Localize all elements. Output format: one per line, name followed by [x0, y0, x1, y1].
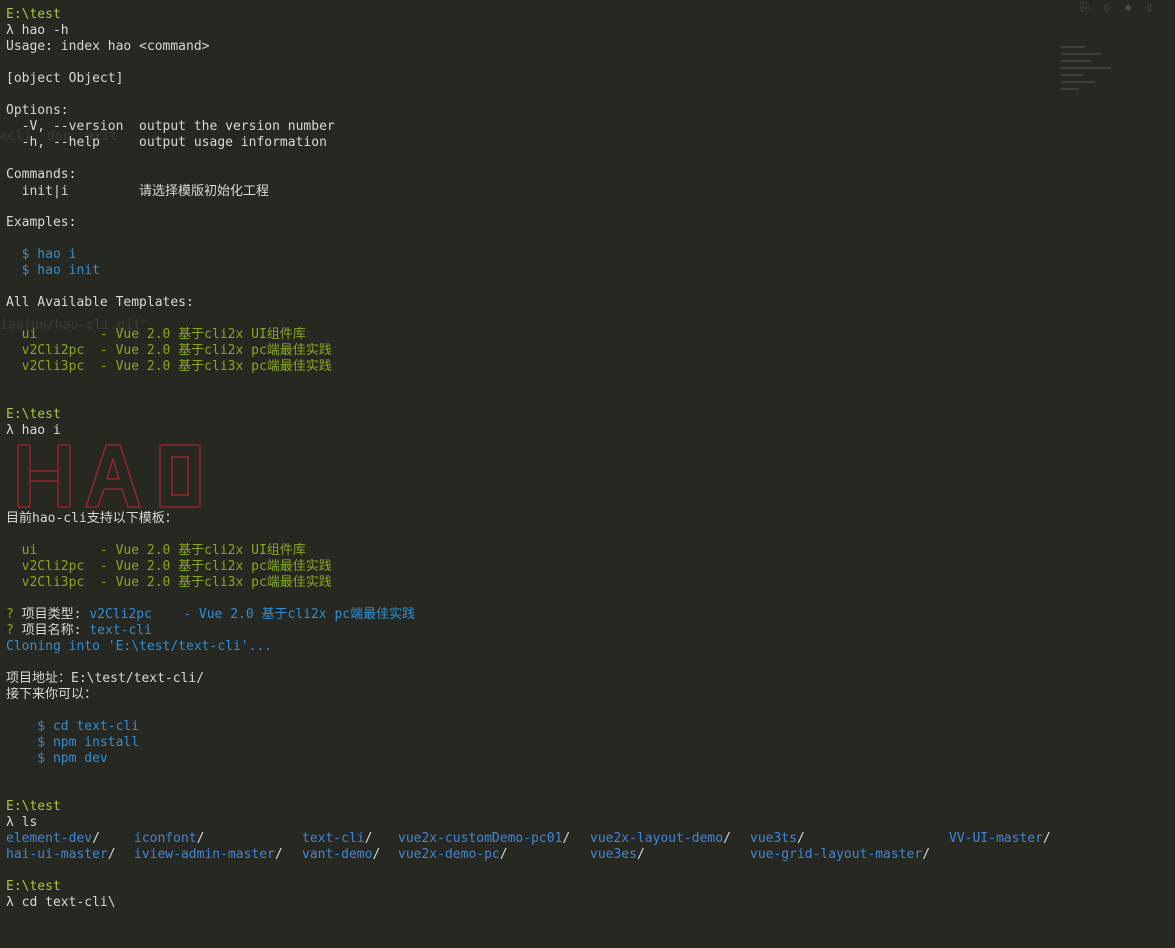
template-line: v2Cli2pc - Vue 2.0 基于cli2x pc端最佳实践: [6, 343, 332, 358]
command-prompt: λ ls: [6, 815, 38, 830]
directory-name: vue2x-layout-demo: [590, 831, 724, 846]
template-line: ui - Vue 2.0 基于cli2x UI组件库: [6, 543, 306, 558]
directory-entry: vue3es/: [590, 847, 645, 863]
directory-entry: element-dev/: [6, 831, 100, 847]
terminal-output[interactable]: E:\test λ hao -h Usage: index hao <comma…: [6, 7, 1175, 911]
step-line: $ npm install: [6, 735, 140, 750]
path-separator: /: [372, 847, 381, 862]
directory-name: vue3ts: [750, 831, 797, 846]
hao-ascii-banner: HAO: [14, 443, 1175, 509]
usage-line: Usage: index hao <command>: [6, 39, 210, 54]
directory-name: hai-ui-master: [6, 847, 108, 862]
cloning-line: Cloning into 'E:\test/text-cli'...: [6, 639, 273, 654]
template-line: v2Cli2pc - Vue 2.0 基于cli2x pc端最佳实践: [6, 559, 332, 574]
directory-name: vant-demo: [302, 847, 373, 862]
path-separator: /: [1042, 831, 1051, 846]
directory-entry: vant-demo/: [302, 847, 380, 863]
example-line: $ hao init: [6, 263, 100, 278]
commands-header: Commands:: [6, 167, 77, 182]
path-separator: /: [364, 831, 373, 846]
directory-name: element-dev: [6, 831, 93, 846]
path-separator: /: [562, 831, 571, 846]
examples-header: Examples:: [6, 215, 77, 230]
path-separator: /: [196, 831, 205, 846]
ls-row: hai-ui-master/iview-admin-master/vant-de…: [6, 847, 1175, 863]
option-help: -h, --help output usage information: [6, 135, 327, 150]
command-init: init|i 请选择模版初始化工程: [6, 184, 270, 199]
next-steps-line: 接下来你可以：: [6, 687, 98, 702]
template-line: ui - Vue 2.0 基于cli2x UI组件库: [6, 327, 306, 342]
project-type-answer: ? 项目类型: v2Cli2pc - Vue 2.0 基于cli2x pc端最佳…: [6, 607, 1175, 623]
question-mark: ?: [6, 607, 14, 622]
template-line: v2Cli3pc - Vue 2.0 基于cli3x pc端最佳实践: [6, 575, 332, 590]
path-separator: /: [107, 847, 116, 862]
directory-entry: iview-admin-master/: [134, 847, 283, 863]
project-type-label: 项目类型:: [13, 607, 90, 622]
cwd-path: E:\test: [6, 799, 61, 814]
directory-entry: hai-ui-master/: [6, 847, 116, 863]
path-separator: /: [723, 831, 731, 846]
directory-name: VV-UI-master: [949, 831, 1043, 846]
path-separator: /: [922, 847, 931, 862]
path-separator: /: [274, 847, 283, 862]
support-line: 目前hao-cli支持以下模板：: [6, 511, 178, 526]
directory-entry: text-cli/: [302, 831, 372, 847]
path-separator: /: [796, 831, 805, 846]
command-prompt: λ hao i: [6, 423, 61, 438]
directory-name: iview-admin-master: [134, 847, 275, 862]
cwd-path: E:\test: [6, 879, 61, 894]
command-prompt: λ hao -h: [6, 23, 69, 38]
path-separator: /: [499, 847, 508, 862]
template-line: v2Cli3pc - Vue 2.0 基于cli3x pc端最佳实践: [6, 359, 332, 374]
ls-row: element-dev/iconfont/text-cli/vue2x-cust…: [6, 831, 1175, 847]
option-version: -V, --version output the version number: [6, 119, 335, 134]
directory-name: vue3es: [590, 847, 637, 862]
step-line: $ cd text-cli: [6, 719, 140, 734]
command-prompt: λ cd text-cli\: [6, 895, 116, 910]
options-header: Options:: [6, 103, 69, 118]
directory-entry: vue2x-layout-demo/: [590, 831, 731, 847]
path-separator: /: [92, 831, 100, 846]
directory-name: vue-grid-layout-master: [750, 847, 923, 862]
directory-entry: iconfont/: [134, 831, 204, 847]
templates-header: All Available Templates:: [6, 295, 194, 310]
directory-name: vue2x-demo-pc: [398, 847, 500, 862]
directory-entry: vue3ts/: [750, 831, 805, 847]
project-name-label: 项目名称:: [13, 623, 90, 638]
step-line: $ npm dev: [6, 751, 108, 766]
address-line: 项目地址：E:\test/text-cli/: [6, 671, 205, 686]
directory-name: text-cli: [302, 831, 365, 846]
object-line: [object Object]: [6, 71, 124, 86]
hao-banner-graphic: HAO: [17, 444, 201, 508]
directory-entry: vue2x-demo-pc/: [398, 847, 508, 863]
directory-name: iconfont: [134, 831, 197, 846]
cwd-path: E:\test: [6, 407, 61, 422]
path-separator: /: [636, 847, 645, 862]
directory-entry: vue-grid-layout-master/: [750, 847, 930, 863]
project-name-value: text-cli: [89, 623, 152, 638]
directory-entry: vue2x-customDemo-pc01/: [398, 831, 570, 847]
example-line: $ hao i: [6, 247, 77, 262]
question-mark: ?: [6, 623, 14, 638]
project-type-value: v2Cli2pc - Vue 2.0 基于cli2x pc端最佳实践: [89, 607, 416, 622]
directory-entry: VV-UI-master/: [949, 831, 1051, 847]
cwd-path: E:\test: [6, 7, 61, 22]
directory-name: vue2x-customDemo-pc01: [398, 831, 563, 846]
project-name-answer: ? 项目名称: text-cli: [6, 623, 1175, 639]
